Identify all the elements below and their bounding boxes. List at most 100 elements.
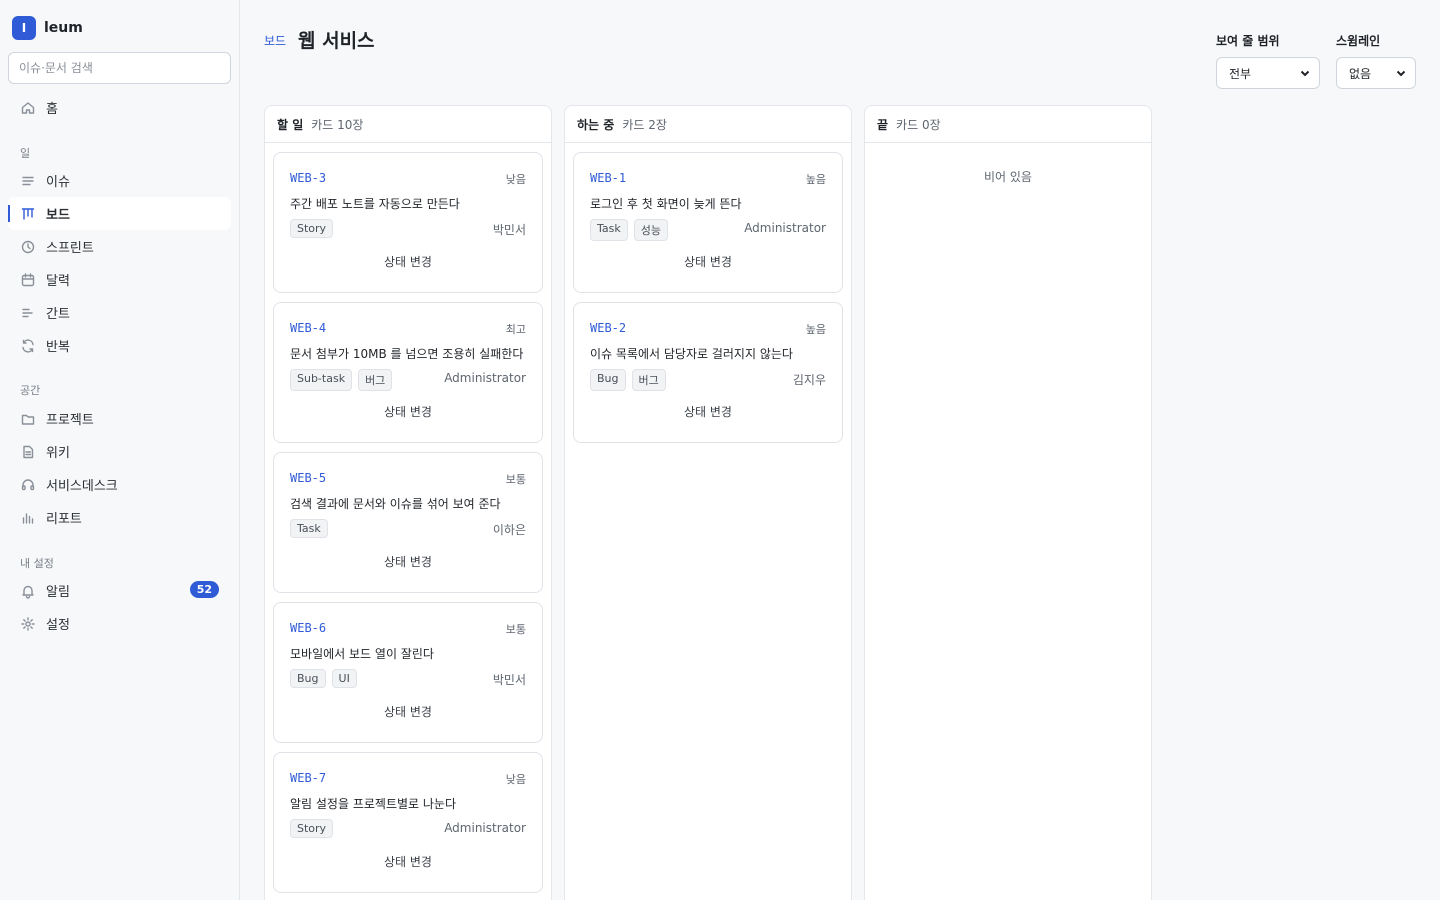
- issue-title: 로그인 후 첫 화면이 늦게 뜬다: [590, 197, 742, 211]
- issue-priority: 낮음: [505, 773, 526, 786]
- issue-title: 이슈 목록에서 담당자로 걸러지지 않는다: [590, 347, 793, 361]
- board-column-todo: 할 일 카드 10장 WEB-3 낮음 주간 배포 노트를 자동으로 만든다 S…: [264, 105, 552, 900]
- app-logo: I: [12, 16, 36, 40]
- list-icon: [20, 173, 36, 189]
- column-header: 할 일 카드 10장: [265, 106, 551, 143]
- issue-tag: Task: [590, 219, 628, 241]
- issue-tag: 버그: [631, 369, 666, 391]
- issue-card[interactable]: WEB-3 낮음 주간 배포 노트를 자동으로 만든다 Story 박민서 상태…: [273, 152, 543, 293]
- issue-key[interactable]: WEB-6: [290, 621, 326, 635]
- headset-icon: [20, 477, 36, 493]
- app-name: leum: [44, 20, 83, 36]
- change-status-button[interactable]: 상태 변경: [274, 253, 542, 270]
- calendar-icon: [20, 272, 36, 288]
- sidebar-item-label: 보드: [46, 208, 70, 223]
- issue-priority: 높음: [805, 173, 826, 186]
- scope-select[interactable]: 전부: [1216, 57, 1320, 89]
- column-header: 끝 카드 0장: [865, 106, 1151, 143]
- sidebar: I leum 홈 일 이슈 보드 스프린트 달력 간트 반복 공간 프로젝트 위…: [0, 0, 240, 900]
- issue-title: 알림 설정을 프로젝트별로 나눈다: [290, 797, 457, 811]
- sidebar-item-sprint[interactable]: 스프린트: [8, 230, 231, 263]
- sidebar-item-settings[interactable]: 설정: [8, 607, 231, 640]
- chevron-down-icon: [1396, 70, 1406, 77]
- sidebar-item-label: 간트: [46, 307, 70, 322]
- column-card-count: 카드 0장: [896, 117, 941, 132]
- issue-card[interactable]: WEB-4 최고 문서 첨부가 10MB 를 넘으면 조용히 실패한다 Sub-…: [273, 302, 543, 443]
- sidebar-item-reports[interactable]: 리포트: [8, 501, 231, 534]
- issue-tag: 성능: [633, 219, 668, 241]
- brand[interactable]: I leum: [12, 16, 83, 40]
- search-input[interactable]: [8, 52, 231, 84]
- sidebar-item-label: 설정: [46, 618, 70, 633]
- issue-tag: UI: [331, 669, 357, 688]
- sidebar-item-recurring[interactable]: 반복: [8, 329, 231, 362]
- scope-select-value: 전부: [1229, 66, 1252, 81]
- swimlane-filter-label: 스윔레인: [1336, 34, 1381, 48]
- issue-assignee: 박민서: [492, 673, 526, 687]
- sidebar-item-label: 홈: [46, 102, 58, 117]
- swimlane-select[interactable]: 없음: [1336, 57, 1416, 89]
- sidebar-item-notifications[interactable]: 알림 52: [8, 574, 231, 607]
- gear-icon: [20, 616, 36, 632]
- column-name: 하는 중: [577, 117, 615, 132]
- column-header: 하는 중 카드 2장: [565, 106, 851, 143]
- issue-assignee: Administrator: [744, 221, 826, 235]
- document-icon: [20, 444, 36, 460]
- sidebar-item-wiki[interactable]: 위키: [8, 435, 231, 468]
- issue-title: 문서 첨부가 10MB 를 넘으면 조용히 실패한다: [290, 347, 524, 361]
- issue-title: 검색 결과에 문서와 이슈를 섞어 보여 준다: [290, 497, 501, 511]
- issue-assignee: 김지우: [792, 373, 826, 387]
- sidebar-item-label: 알림: [46, 585, 70, 600]
- change-status-button[interactable]: 상태 변경: [274, 553, 542, 570]
- board-icon: [20, 206, 36, 222]
- change-status-button[interactable]: 상태 변경: [274, 403, 542, 420]
- swimlane-select-value: 없음: [1349, 66, 1372, 81]
- change-status-button[interactable]: 상태 변경: [274, 703, 542, 720]
- issue-tags: Story: [290, 819, 339, 838]
- issue-assignee: 이하은: [492, 523, 526, 537]
- change-status-button[interactable]: 상태 변경: [574, 403, 842, 420]
- issue-title: 모바일에서 보드 열이 잘린다: [290, 647, 434, 661]
- sidebar-item-projects[interactable]: 프로젝트: [8, 402, 231, 435]
- issue-card[interactable]: WEB-6 보통 모바일에서 보드 열이 잘린다 Bug UI 박민서 상태 변…: [273, 602, 543, 743]
- issue-tags: Story: [290, 219, 339, 238]
- issue-tag: Story: [290, 219, 334, 238]
- bar-chart-icon: [20, 510, 36, 526]
- sidebar-item-servicedesk[interactable]: 서비스데스크: [8, 468, 231, 501]
- sidebar-item-board[interactable]: 보드: [8, 197, 231, 230]
- column-card-count: 카드 10장: [311, 117, 364, 132]
- sidebar-item-label: 서비스데스크: [46, 479, 118, 494]
- issue-key[interactable]: WEB-7: [290, 771, 326, 785]
- sidebar-item-label: 이슈: [46, 175, 70, 190]
- issue-card[interactable]: WEB-5 보통 검색 결과에 문서와 이슈를 섞어 보여 준다 Task 이하…: [273, 452, 543, 593]
- sidebar-item-home[interactable]: 홈: [8, 91, 231, 124]
- breadcrumb-board[interactable]: 보드: [264, 32, 286, 49]
- sidebar-item-gantt[interactable]: 간트: [8, 296, 231, 329]
- issue-key[interactable]: WEB-3: [290, 171, 326, 185]
- change-status-button[interactable]: 상태 변경: [274, 853, 542, 870]
- issue-card[interactable]: WEB-1 높음 로그인 후 첫 화면이 늦게 뜬다 Task 성능 Admin…: [573, 152, 843, 293]
- issue-key[interactable]: WEB-2: [590, 321, 626, 335]
- issue-card[interactable]: WEB-7 낮음 알림 설정을 프로젝트별로 나눈다 Story Adminis…: [273, 752, 543, 893]
- notification-count-badge: 52: [189, 581, 219, 598]
- issue-assignee: Administrator: [444, 371, 526, 385]
- issue-key[interactable]: WEB-5: [290, 471, 326, 485]
- issue-tags: Task: [290, 519, 334, 538]
- issue-key[interactable]: WEB-1: [590, 171, 626, 185]
- issue-tags: Bug 버그: [590, 369, 672, 391]
- issue-tag: 버그: [358, 369, 393, 391]
- sidebar-item-calendar[interactable]: 달력: [8, 263, 231, 296]
- folder-icon: [20, 411, 36, 427]
- issue-tag: Story: [290, 819, 334, 838]
- sidebar-item-issues[interactable]: 이슈: [8, 164, 231, 197]
- change-status-button[interactable]: 상태 변경: [574, 253, 842, 270]
- issue-key[interactable]: WEB-4: [290, 321, 326, 335]
- issue-tags: Bug UI: [290, 669, 363, 688]
- refresh-icon: [20, 338, 36, 354]
- issue-priority: 보통: [505, 623, 526, 636]
- issue-card[interactable]: WEB-2 높음 이슈 목록에서 담당자로 걸러지지 않는다 Bug 버그 김지…: [573, 302, 843, 443]
- column-name: 끝: [877, 117, 889, 132]
- section-label-work: 일: [20, 147, 31, 160]
- issue-priority: 낮음: [505, 173, 526, 186]
- board-column-in-progress: 하는 중 카드 2장 WEB-1 높음 로그인 후 첫 화면이 늦게 뜬다 Ta…: [564, 105, 852, 900]
